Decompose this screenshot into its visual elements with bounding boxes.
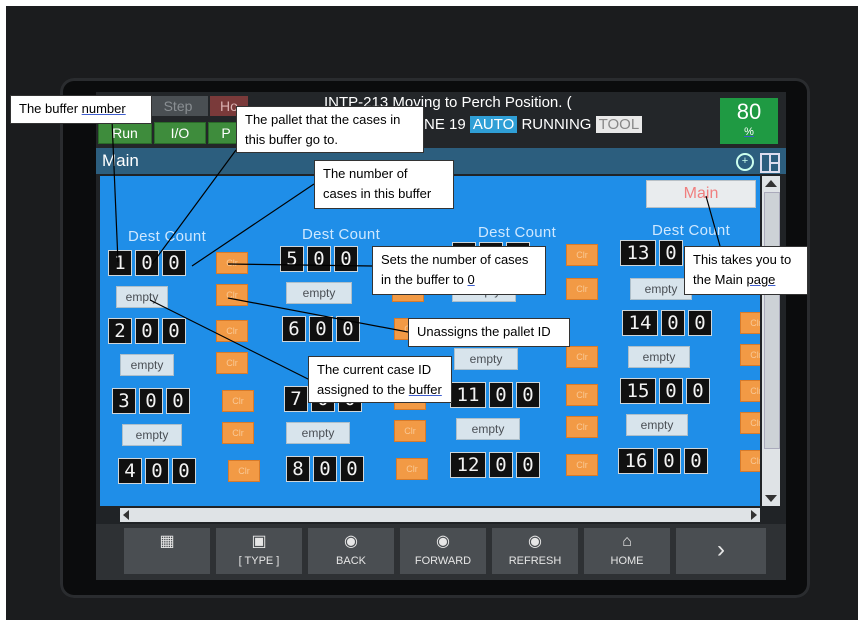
callout-sets-cases: Sets the number of cases in the buffer t… xyxy=(372,246,546,295)
callout-pallet: The pallet that the cases in this buffer… xyxy=(236,106,424,153)
callout-buffer-number: The buffer number xyxy=(10,95,152,124)
callout-sets-cases-text: Sets the number of cases in the buffer t… xyxy=(381,252,529,287)
leader-case-count xyxy=(191,183,315,267)
callout-sets-cases-zero: 0 xyxy=(467,272,475,287)
callout-unassign: Unassigns the pallet ID xyxy=(408,318,570,347)
leader-unassign xyxy=(227,297,409,333)
leader-main-page xyxy=(705,195,721,247)
callout-main-page-text: This takes you to the Main xyxy=(693,252,792,287)
leader-sets-cases xyxy=(227,263,373,267)
callout-buffer-number-word: number xyxy=(81,101,126,116)
leader-case-id xyxy=(149,299,311,381)
callout-main-page-word: page xyxy=(746,272,776,287)
callout-cases-count: The number of cases in this buffer xyxy=(314,160,454,209)
callout-case-id: The current case ID assigned to the buff… xyxy=(308,356,452,403)
leader-pallet xyxy=(151,149,237,265)
callout-case-id-word: buffer xyxy=(408,382,442,397)
callout-buffer-number-text: The buffer xyxy=(19,101,82,116)
leader-buffer-number xyxy=(111,119,119,263)
callout-main-page: This takes you to the Main page xyxy=(684,246,808,295)
